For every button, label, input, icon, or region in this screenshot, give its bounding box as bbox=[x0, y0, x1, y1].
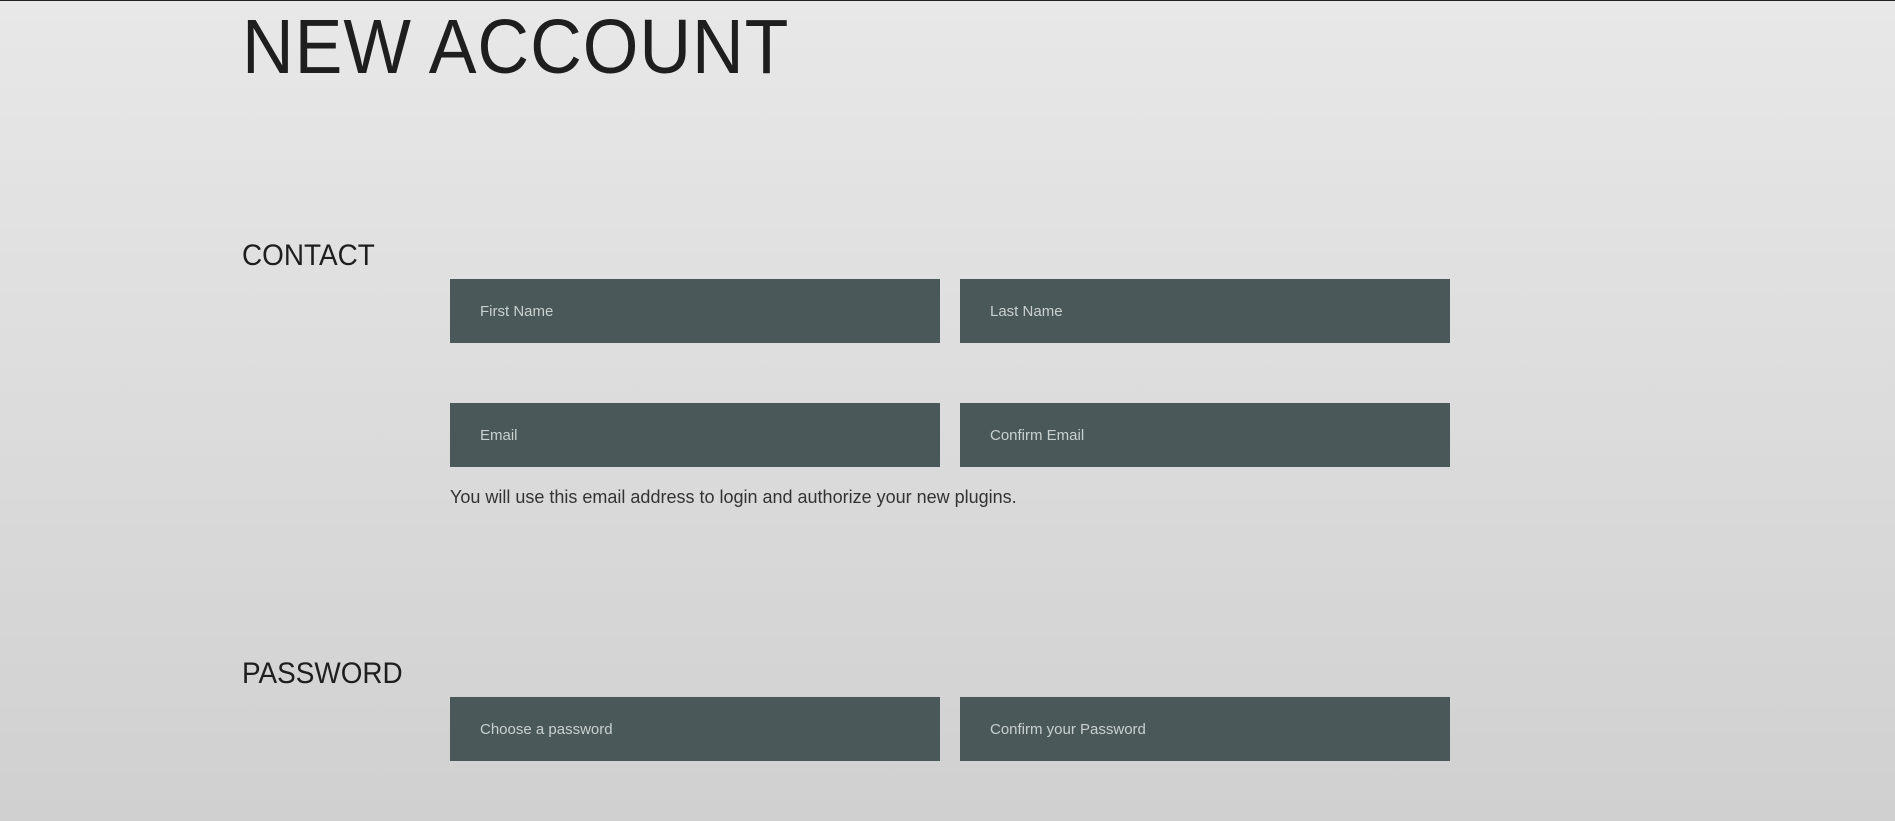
last-name-input[interactable] bbox=[960, 279, 1450, 343]
email-input[interactable] bbox=[450, 403, 940, 467]
confirm-email-input[interactable] bbox=[960, 403, 1450, 467]
password-input[interactable] bbox=[450, 697, 940, 761]
contact-heading: CONTACT bbox=[242, 239, 375, 272]
email-help-text: You will use this email address to login… bbox=[450, 487, 1017, 507]
first-name-input[interactable] bbox=[450, 279, 940, 343]
confirm-password-input[interactable] bbox=[960, 697, 1450, 761]
page-title: NEW ACCOUNT bbox=[242, 4, 790, 90]
password-heading: PASSWORD bbox=[242, 657, 403, 690]
